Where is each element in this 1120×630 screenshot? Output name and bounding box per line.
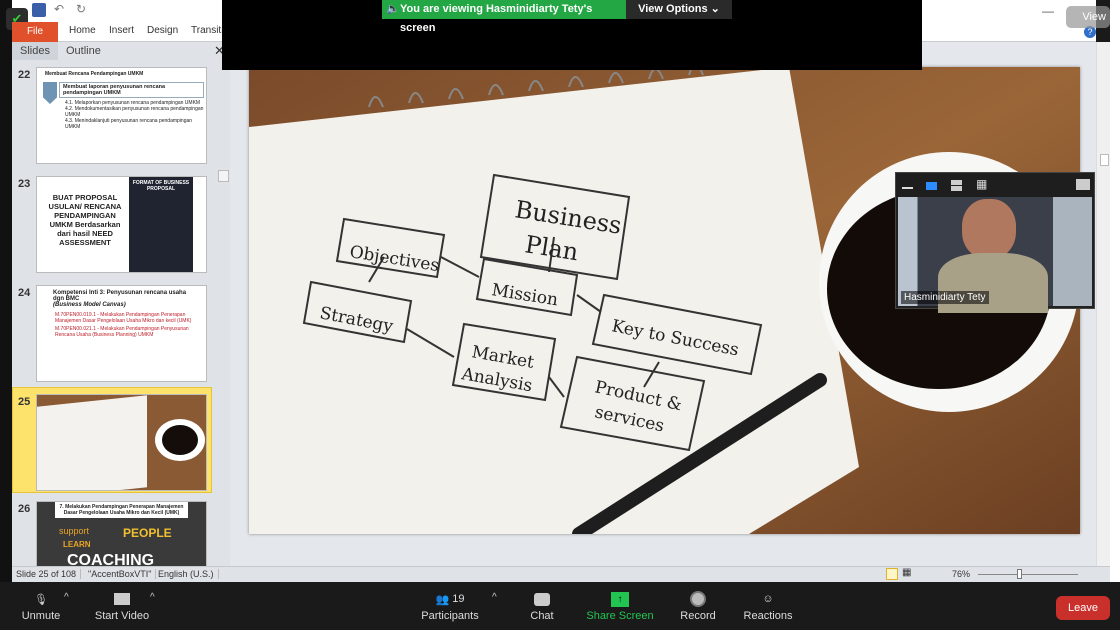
- viewing-banner: 🔈 You are viewing Hasminidiarty Tety's sc…: [382, 0, 626, 34]
- minimize-icon[interactable]: —: [1042, 4, 1054, 18]
- thumb-word: COACHING: [67, 552, 155, 566]
- participant-name: Hasminidiarty Tety: [901, 291, 989, 304]
- minimize-video-icon[interactable]: [902, 187, 913, 189]
- panel-tabs: Slides Outline ✕: [12, 42, 230, 60]
- gallery-view-icon[interactable]: ▦: [976, 177, 987, 191]
- vertical-scrollbar[interactable]: [1096, 42, 1110, 566]
- meeting-toolbar: 🎙 Unmute ^ Start Video ^ 👥 19 Participants…: [0, 582, 1120, 630]
- tab-slides[interactable]: Slides: [12, 42, 58, 60]
- zoom-level[interactable]: 76%: [952, 569, 970, 579]
- thumb-notebook: [37, 395, 147, 490]
- left-edge: [0, 0, 12, 582]
- tab-home[interactable]: Home: [69, 25, 96, 36]
- reactions-button[interactable]: ☺ Reactions: [740, 588, 796, 622]
- reactions-label: Reactions: [743, 610, 793, 622]
- slide-thumbnail-22[interactable]: Membuat Rencana Pendampingan UMKM Membua…: [36, 67, 207, 164]
- video-off-icon: [92, 588, 152, 610]
- slide-thumbnail-24[interactable]: Kompetensi Inti 3: Penyusunan rencana us…: [36, 285, 207, 382]
- record-icon: [676, 588, 720, 610]
- theme-name: "AccentBoxVTI": [84, 569, 157, 579]
- window-edge: [1110, 0, 1120, 582]
- thumb-item: M.70PEN00.019.1 - Melakukan Pendampingan…: [55, 312, 192, 324]
- slide-number: 25: [18, 396, 31, 408]
- view-options-button[interactable]: View Options ⌄: [626, 0, 732, 19]
- chat-label: Chat: [530, 610, 554, 622]
- start-video-button[interactable]: Start Video: [92, 588, 152, 622]
- unmute-button[interactable]: 🎙 Unmute: [18, 588, 64, 623]
- participant-video: Hasminidiarty Tety: [898, 197, 1092, 313]
- start-video-label: Start Video: [94, 610, 150, 622]
- video-options-caret[interactable]: ^: [150, 592, 155, 603]
- participant-face: [962, 199, 1016, 259]
- slide-thumbnail-26[interactable]: 7. Melakukan Pendampingan Penerapan Mana…: [36, 501, 207, 566]
- share-screen-button[interactable]: ↑ Share Screen: [586, 588, 654, 622]
- normal-view-icon[interactable]: [886, 568, 898, 580]
- leave-button[interactable]: Leave: [1056, 596, 1110, 620]
- slide-sorter-icon[interactable]: ▦: [902, 567, 911, 578]
- slide-thumbnail-25[interactable]: [36, 394, 207, 491]
- tab-file[interactable]: File: [12, 22, 58, 42]
- scroll-thumb[interactable]: [1100, 154, 1109, 166]
- slide-number: 26: [18, 503, 31, 515]
- thumb-item: M.70PEN00.021.1 - Melakukan Pendampingan…: [55, 326, 189, 338]
- panel-scrollbar-thumb[interactable]: [218, 170, 229, 182]
- slide-thumbnail-23[interactable]: BUAT PROPOSAL USULAN/ RENCANA PENDAMPING…: [36, 176, 207, 273]
- slide-number: 23: [18, 178, 31, 190]
- zoom-slider-thumb[interactable]: [1017, 569, 1022, 579]
- language[interactable]: English (U.S.): [154, 569, 219, 579]
- thumb-item: 4.2. Mendokumentasikan penyusunan rencan…: [65, 106, 204, 118]
- pop-out-icon[interactable]: [1076, 179, 1090, 190]
- participant-body: [938, 253, 1048, 313]
- strip-view-icon[interactable]: [951, 180, 962, 191]
- share-screen-label: Share Screen: [586, 610, 654, 622]
- share-screen-icon: ↑: [586, 588, 654, 610]
- audio-options-caret[interactable]: ^: [64, 592, 69, 603]
- single-view-icon[interactable]: [926, 182, 937, 190]
- save-icon[interactable]: [32, 3, 46, 17]
- thumb-text: BUAT PROPOSAL USULAN/ RENCANA PENDAMPING…: [48, 193, 122, 247]
- thumb-word: support: [59, 526, 90, 536]
- thumb-word: PEOPLE: [123, 526, 172, 540]
- thumb-items: 4.1. Melaporkan penyusunan rencana penda…: [37, 100, 206, 130]
- thumb-title: Membuat Rencana Pendampingan UMKM: [45, 71, 144, 77]
- record-button[interactable]: Record: [676, 588, 720, 622]
- thumb-cup: [155, 419, 205, 461]
- thumb-subtitle: (Business Model Canvas): [53, 302, 126, 308]
- tab-outline[interactable]: Outline: [58, 42, 109, 60]
- thumb-title: Kompetensi Inti 3: Penyusunan rencana us…: [53, 290, 187, 302]
- thumb-word: LEARN: [63, 540, 91, 549]
- redo-icon[interactable]: ↻: [76, 2, 86, 16]
- chat-icon: [522, 588, 562, 610]
- record-label: Record: [680, 610, 716, 622]
- slide-number: 22: [18, 69, 31, 81]
- participants-icon: 👥 19: [435, 593, 465, 606]
- zoom-slider[interactable]: [978, 574, 1078, 575]
- thumb-box: Membuat laporan penyusunan rencana penda…: [59, 82, 204, 98]
- view-button[interactable]: View: [1066, 6, 1110, 28]
- participants-label: Participants: [421, 610, 479, 622]
- undo-icon[interactable]: ↶: [54, 2, 64, 16]
- participants-count: 19: [452, 593, 465, 605]
- video-panel: ▦ Hasminidiarty Tety: [895, 172, 1095, 313]
- thumb-title: 7. Melakukan Pendampingan Penerapan Mana…: [55, 502, 188, 518]
- tab-design[interactable]: Design: [147, 25, 178, 36]
- speaker-icon: 🔈: [386, 3, 400, 15]
- chat-button[interactable]: Chat: [522, 588, 562, 622]
- unmute-label: Unmute: [21, 610, 61, 622]
- status-bar: Slide 25 of 108 "AccentBoxVTI" English (…: [12, 566, 1110, 582]
- participants-caret[interactable]: ^: [492, 592, 497, 603]
- participants-button[interactable]: 👥 19 Participants: [418, 588, 482, 622]
- muted-mic-icon: 🎙: [34, 593, 48, 606]
- tab-insert[interactable]: Insert: [109, 25, 134, 36]
- thumb-item: 4.3. Menindaklanjuti penyusunan rencana …: [65, 118, 193, 130]
- video-panel-toolbar: ▦: [896, 173, 1094, 197]
- slide-count: Slide 25 of 108: [12, 569, 82, 579]
- slide-number: 24: [18, 287, 31, 299]
- thumb-side-panel: FORMAT OF BUSINESS PROPOSAL: [129, 177, 193, 272]
- reactions-icon: ☺: [762, 593, 774, 605]
- view-options-label: View Options: [638, 3, 708, 15]
- slides-panel: 22 Membuat Rencana Pendampingan UMKM Mem…: [12, 60, 230, 566]
